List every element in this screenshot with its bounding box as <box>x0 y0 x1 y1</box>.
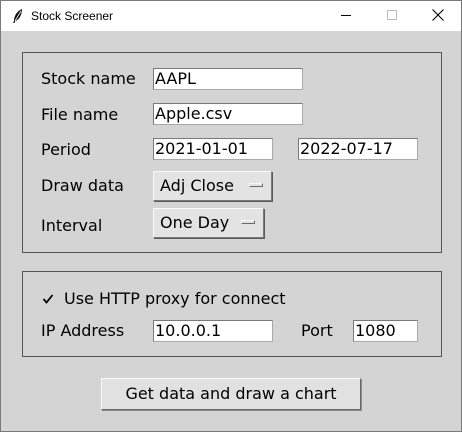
file-name-label: File name <box>41 105 119 124</box>
period-start-input[interactable]: 2021-01-01 <box>153 138 273 160</box>
port-input[interactable]: 1080 <box>353 320 418 342</box>
settings-panel: Stock name AAPL File name Apple.csv Peri… <box>22 52 442 253</box>
period-label: Period <box>41 140 91 159</box>
minimize-button[interactable] <box>323 1 369 31</box>
file-name-input[interactable]: Apple.csv <box>153 103 303 125</box>
ip-address-label: IP Address <box>41 321 125 340</box>
get-data-button[interactable]: Get data and draw a chart <box>101 378 361 410</box>
app-window: Stock Screener Stock name AAPL File name… <box>0 0 462 432</box>
feather-icon <box>7 5 29 27</box>
minimize-icon <box>341 9 351 23</box>
interval-label: Interval <box>41 216 103 235</box>
title-bar[interactable]: Stock Screener <box>1 1 461 31</box>
draw-data-selected: Adj Close <box>160 176 234 195</box>
proxy-panel: Use HTTP proxy for connect IP Address 10… <box>22 271 442 357</box>
proxy-checkbox[interactable] <box>42 293 54 305</box>
close-icon <box>432 8 444 24</box>
period-end-input[interactable]: 2022-07-17 <box>298 138 418 160</box>
dropdown-indicator-icon <box>249 183 263 187</box>
window-title: Stock Screener <box>31 9 114 23</box>
checkmark-icon <box>42 294 54 304</box>
ip-address-input[interactable]: 10.0.0.1 <box>153 320 273 342</box>
interval-select[interactable]: One Day <box>153 208 264 238</box>
draw-data-label: Draw data <box>41 176 124 195</box>
proxy-checkbox-label[interactable]: Use HTTP proxy for connect <box>64 289 286 308</box>
interval-selected: One Day <box>160 213 230 232</box>
stock-name-label: Stock name <box>41 69 136 88</box>
port-label: Port <box>301 321 333 340</box>
dropdown-indicator-icon <box>241 220 255 224</box>
draw-data-select[interactable]: Adj Close <box>153 171 272 201</box>
maximize-icon <box>387 9 397 23</box>
stock-name-input[interactable]: AAPL <box>153 68 303 90</box>
maximize-button[interactable] <box>369 1 415 31</box>
close-button[interactable] <box>415 1 461 31</box>
